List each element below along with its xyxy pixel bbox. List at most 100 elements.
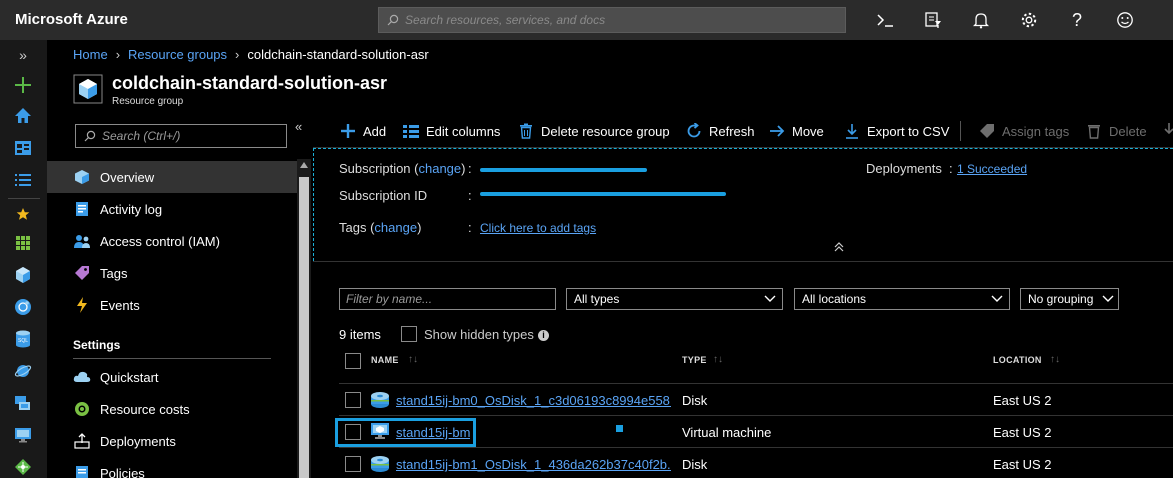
settings-icon[interactable] [1017,8,1041,32]
all-services-icon[interactable] [12,169,34,191]
column-header-location[interactable]: LOCATION [993,355,1042,365]
info-icon[interactable]: i [538,330,549,341]
assign-tags-button[interactable]: Assign tags [978,122,1069,140]
add-button[interactable]: Add [339,122,386,140]
column-header-name[interactable]: NAME [371,355,399,365]
sort-icon[interactable]: ↑↓ [408,354,418,365]
move-button[interactable]: Move [768,122,824,140]
colon-separator: : [468,220,472,235]
feedback-icon[interactable] [1113,8,1137,32]
menu-item-quickstart[interactable]: Quickstart [47,361,297,393]
edit-columns-button[interactable]: Edit columns [402,122,500,140]
grouping-dropdown[interactable]: No grouping [1020,288,1119,310]
edit-columns-label: Edit columns [426,123,501,139]
sort-icon[interactable]: ↑↓ [713,354,723,365]
download-icon [843,122,861,140]
more-download-icon[interactable] [1163,122,1173,138]
dashboard-icon[interactable] [12,137,34,159]
collapse-menu-icon[interactable]: « [295,119,302,134]
export-csv-button[interactable]: Export to CSV [843,122,949,140]
breadcrumb-resource-groups[interactable]: Resource groups [128,47,227,62]
move-label: Move [792,123,824,139]
add-tags-link[interactable]: Click here to add tags [480,221,596,235]
menu-search[interactable] [75,124,287,148]
row-checkbox[interactable] [345,392,361,408]
redacted-subscription-id [480,192,726,196]
global-search[interactable] [378,7,846,33]
menu-item-access-control[interactable]: Access control (IAM) [47,225,297,257]
notifications-icon[interactable] [969,8,993,32]
types-dropdown[interactable]: All types [566,288,783,310]
tags-change-link[interactable]: change [374,220,417,235]
menu-item-policies[interactable]: Policies [47,457,297,478]
menu-divider [73,358,271,359]
arrow-right-icon [768,122,786,140]
svg-text:SQL: SQL [18,338,28,344]
scrollbar-thumb[interactable] [299,177,309,478]
filter-by-name-input[interactable] [346,292,546,306]
search-icon [387,14,399,26]
resource-name-link[interactable]: stand15ij-bm1_OsDisk_1_436da262b37c40f2b… [396,457,671,472]
row-checkbox[interactable] [345,456,361,472]
cosmos-db-icon[interactable] [12,360,34,382]
global-search-input[interactable] [405,13,825,27]
delete-button[interactable]: Delete [1085,122,1147,140]
resource-name-link[interactable]: stand15ij-bm0_OsDisk_1_c3d06193c8994e558… [396,393,671,408]
search-icon [84,130,96,142]
virtual-machines-classic-icon[interactable] [12,392,34,414]
subscription-id-label: Subscription ID [339,188,428,203]
command-bar: Add Edit columns Delete resource group R… [313,113,1173,148]
brand-title[interactable]: Microsoft Azure [15,11,128,28]
filter-by-name[interactable] [339,288,556,310]
refresh-button[interactable]: Refresh [685,122,755,140]
scroll-up-icon[interactable] [300,162,308,168]
show-hidden-checkbox[interactable] [401,326,417,342]
directory-filter-icon[interactable] [921,8,945,32]
cloud-shell-icon[interactable] [873,8,897,32]
sort-icon[interactable]: ↑↓ [1050,354,1060,365]
menu-item-activity-log[interactable]: Activity log [47,193,297,225]
menu-item-events[interactable]: Events [47,289,297,321]
column-header-type[interactable]: TYPE [682,355,707,365]
menu-item-overview[interactable]: Overview [47,161,297,193]
delete-resource-group-button[interactable]: Delete resource group [517,122,670,140]
load-balancers-icon[interactable] [12,456,34,478]
selection-highlight [335,418,476,447]
locations-dropdown[interactable]: All locations [794,288,1010,310]
menu-item-label: Access control (IAM) [100,233,220,249]
expand-nav-icon[interactable]: » [12,44,34,66]
menu-item-label: Events [100,297,140,313]
subscription-change-link[interactable]: change [418,161,461,176]
disk-icon [370,455,390,473]
redacted-subscription-name [480,168,647,172]
menu-search-input[interactable] [102,129,282,143]
sql-databases-icon[interactable]: SQL [12,328,34,350]
export-csv-label: Export to CSV [867,123,950,139]
colon-separator: : [468,161,472,176]
menu-item-resource-costs[interactable]: Resource costs [47,393,297,425]
events-icon [73,296,91,314]
menu-item-label: Policies [100,465,145,478]
menu-scrollbar[interactable] [297,159,311,478]
menu-item-deployments[interactable]: Deployments [47,425,297,457]
deployments-link[interactable]: 1 Succeeded [957,162,1027,176]
menu-item-label: Activity log [100,201,163,217]
favorites-star-icon[interactable] [12,203,34,225]
subscription-label: Subscription (change) [339,161,466,176]
home-icon[interactable] [12,105,34,127]
virtual-machines-icon[interactable] [12,424,34,446]
menu-item-tags[interactable]: Tags [47,257,297,289]
quickstart-icon [73,368,91,386]
trash-icon [517,122,535,140]
top-bar: Microsoft Azure ? [0,0,1173,40]
select-all-checkbox[interactable] [345,353,361,369]
create-resource-icon[interactable] [12,74,34,96]
all-resources-icon[interactable] [12,232,34,254]
tag-icon [73,264,91,282]
resource-groups-icon[interactable] [12,264,34,286]
app-services-icon[interactable] [12,296,34,318]
menu-item-label: Resource costs [100,401,190,417]
help-icon[interactable]: ? [1065,8,1089,32]
collapse-essentials-icon[interactable] [834,242,844,252]
breadcrumb-home[interactable]: Home [73,47,108,62]
